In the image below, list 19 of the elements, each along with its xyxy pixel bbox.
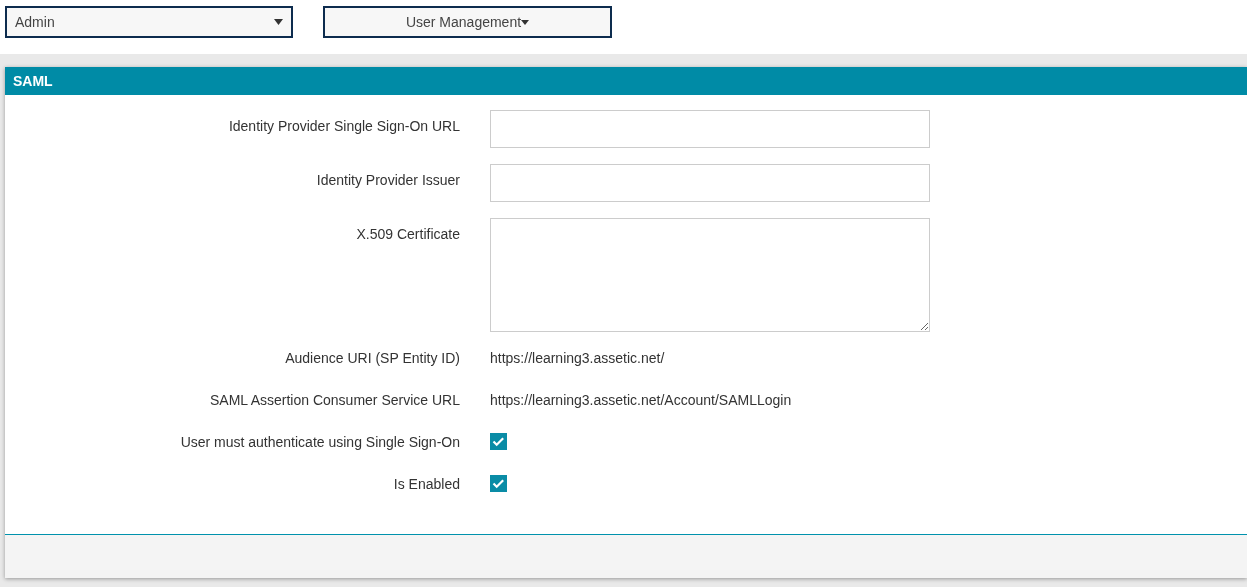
field-label: Audience URI (SP Entity ID) <box>284 349 460 368</box>
field-label: Identity Provider Issuer <box>315 171 460 190</box>
certificate-field[interactable] <box>490 218 930 332</box>
checkbox[interactable] <box>490 433 507 450</box>
input-field[interactable] <box>490 110 930 148</box>
field-label: SAML Assertion Consumer Service URL <box>208 391 460 410</box>
panel-title: SAML <box>5 67 1247 95</box>
field-label: User must authenticate using Single Sign-On <box>179 433 460 452</box>
checkbox[interactable] <box>490 475 507 492</box>
url-value: https://learning3.assetic.net/ <box>490 349 666 368</box>
input-field[interactable] <box>490 164 930 202</box>
caret-icon <box>521 19 530 25</box>
url-value: https://learning3.assetic.net/Account/SAMLLogin <box>490 391 793 410</box>
field-label: X.509 Certificate <box>355 225 460 244</box>
user-management-button[interactable]: User Management <box>323 6 612 38</box>
role-select[interactable]: Admin <box>5 6 293 38</box>
field-label: Identity Provider Single Sign-On URL <box>227 117 460 136</box>
caret-icon <box>274 19 283 25</box>
field-label: Is Enabled <box>392 475 460 494</box>
